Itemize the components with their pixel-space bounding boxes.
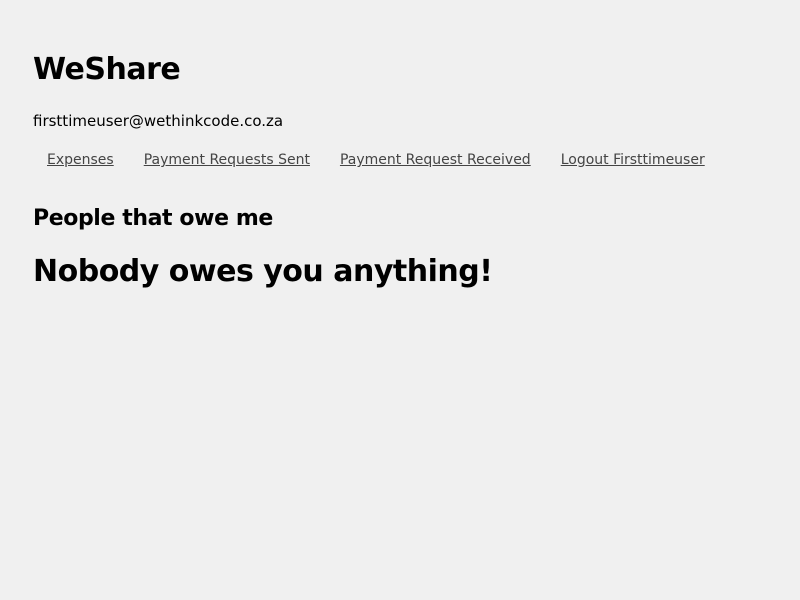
page: WeShare firsttimeuser@wethinkcode.co.za …: [0, 0, 800, 600]
nav-item-expenses: Expenses: [47, 149, 114, 171]
section-heading: People that owe me: [33, 206, 273, 231]
nav-item-payment-request-received: Payment Request Received: [340, 149, 531, 171]
nav-item-logout: Logout Firsttimeuser: [561, 149, 705, 171]
nav-item-payment-requests-sent: Payment Requests Sent: [144, 149, 310, 171]
nav-link-payment-requests-sent[interactable]: Payment Requests Sent: [144, 152, 310, 168]
nav-link-expenses[interactable]: Expenses: [47, 152, 114, 168]
nav-link-payment-request-received[interactable]: Payment Request Received: [340, 152, 531, 168]
user-email: firsttimeuser@wethinkcode.co.za: [33, 112, 284, 130]
nav-link-logout[interactable]: Logout Firsttimeuser: [561, 152, 705, 168]
empty-state-message: Nobody owes you anything!: [33, 254, 493, 289]
app-title: WeShare: [33, 52, 181, 87]
main-nav: Expenses Payment Requests Sent Payment R…: [47, 149, 705, 171]
